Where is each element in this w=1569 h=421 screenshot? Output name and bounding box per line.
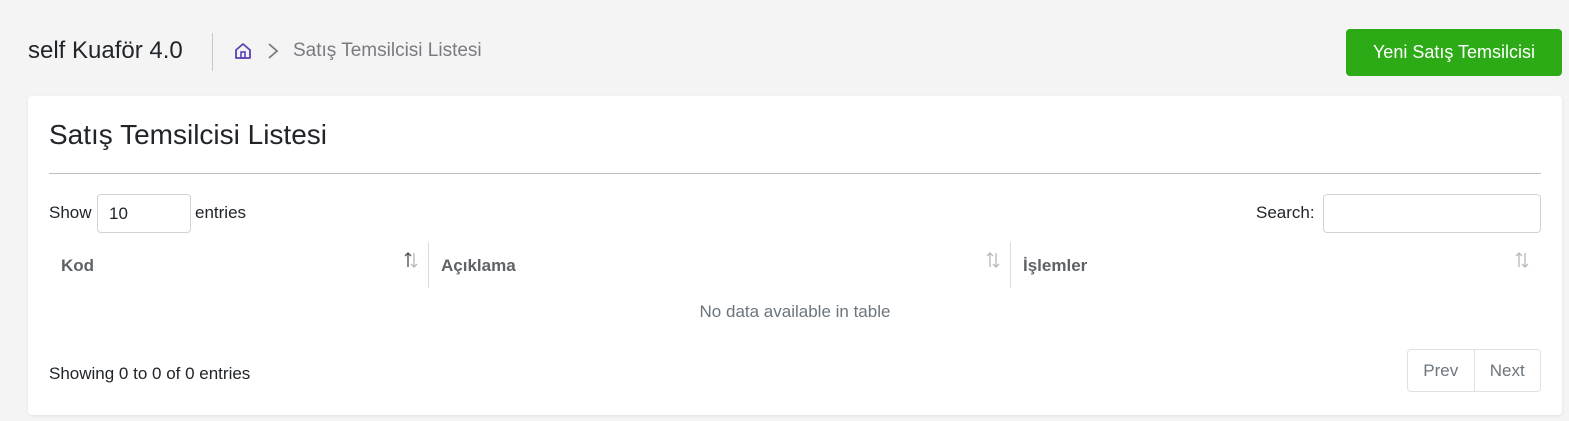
home-icon[interactable] xyxy=(233,41,253,61)
column-header-aciklama[interactable]: Açıklama xyxy=(429,242,1010,288)
sort-icon xyxy=(404,252,418,268)
column-header-label: İşlemler xyxy=(1023,256,1088,275)
table-info: Showing 0 to 0 of 0 entries xyxy=(49,364,251,383)
breadcrumb-current: Satış Temsilcisi Listesi xyxy=(293,40,482,61)
search-input[interactable] xyxy=(1323,194,1541,233)
app-title: self Kuaför 4.0 xyxy=(28,37,183,64)
card-divider xyxy=(49,173,1541,174)
entries-per-page-input[interactable] xyxy=(97,194,191,233)
header-divider xyxy=(212,33,213,71)
pagination: Prev Next xyxy=(1407,349,1541,392)
next-page-button[interactable]: Next xyxy=(1475,350,1541,391)
prev-page-button[interactable]: Prev xyxy=(1408,350,1475,391)
column-header-islemler[interactable]: İşlemler xyxy=(1011,242,1541,288)
chevron-right-icon xyxy=(268,43,279,59)
empty-table-message: No data available in table xyxy=(699,302,891,321)
new-sales-rep-button[interactable]: Yeni Satış Temsilcisi xyxy=(1346,29,1562,76)
sort-icon xyxy=(1515,252,1529,268)
column-header-label: Açıklama xyxy=(441,256,516,275)
column-header-kod[interactable]: Kod xyxy=(49,242,428,288)
search-label: Search: xyxy=(1256,203,1315,222)
card-title: Satış Temsilcisi Listesi xyxy=(49,119,328,150)
entries-label: entries xyxy=(195,203,247,222)
column-header-label: Kod xyxy=(61,256,95,275)
list-card: Satış Temsilcisi Listesi Show entries Se… xyxy=(28,96,1562,415)
top-header: self Kuaför 4.0 Satış Temsilcisi Listesi… xyxy=(0,0,1569,96)
show-label: Show xyxy=(49,203,92,222)
sort-icon xyxy=(986,252,1000,268)
